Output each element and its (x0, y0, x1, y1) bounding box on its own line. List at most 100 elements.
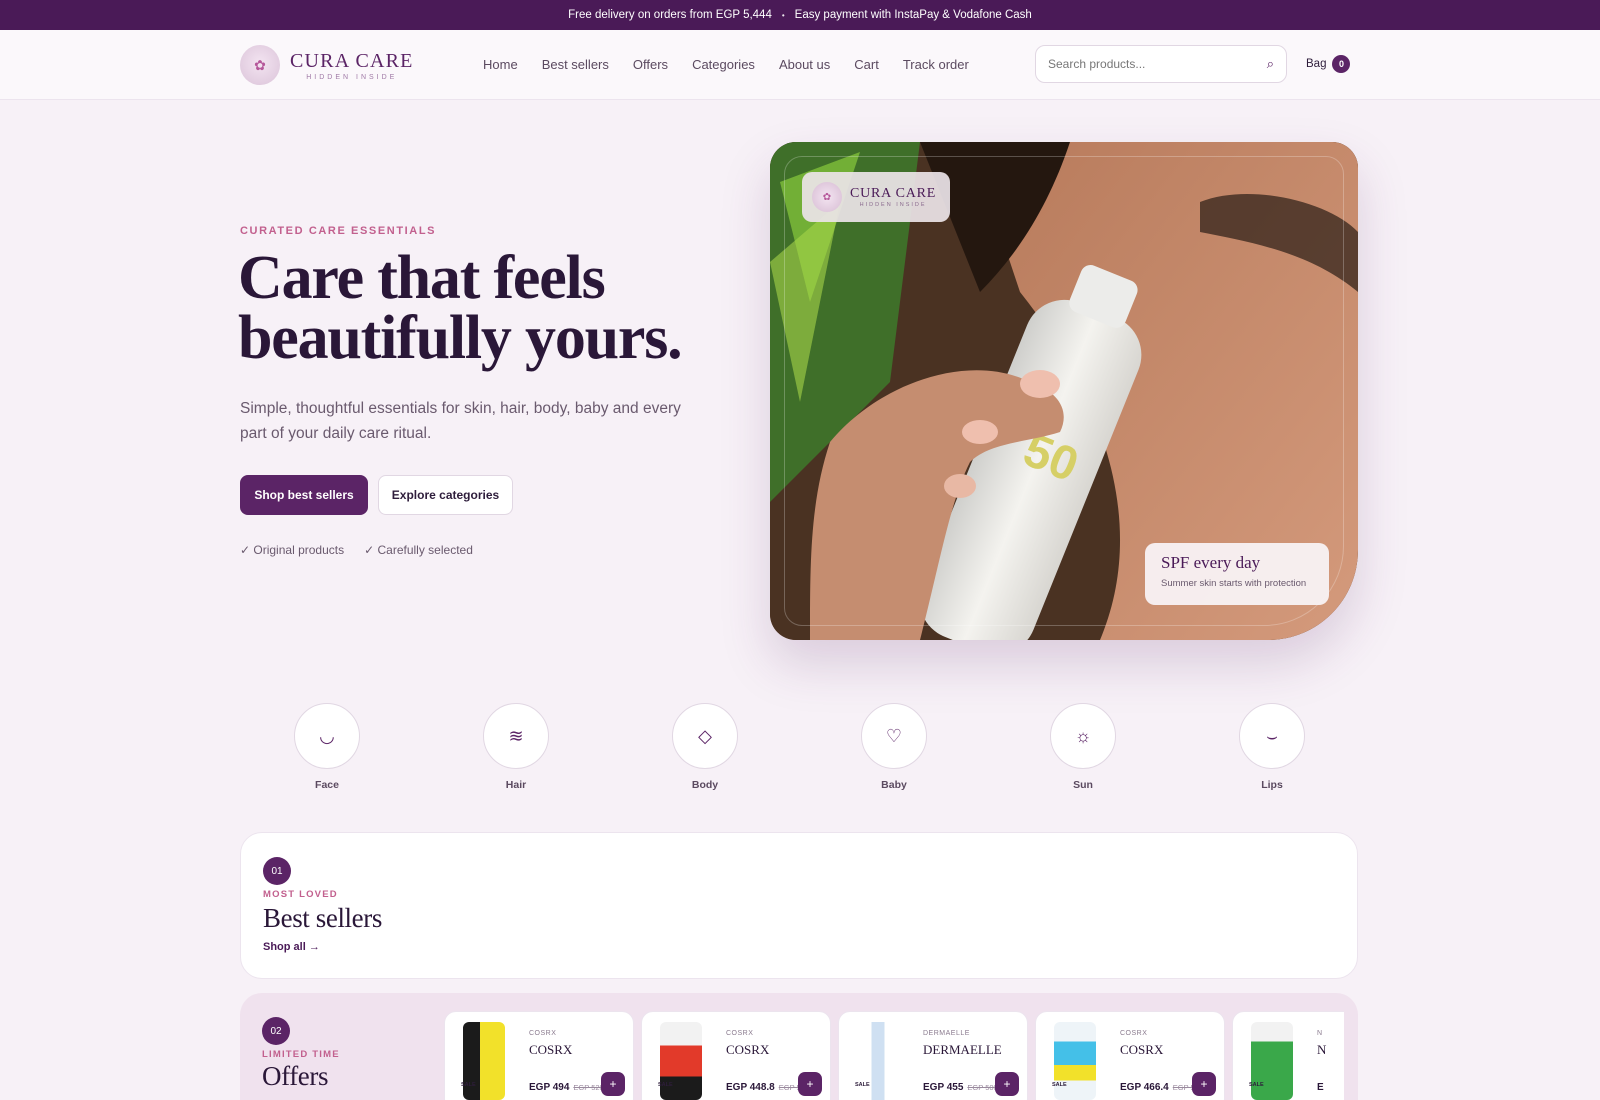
search-input[interactable] (1048, 57, 1267, 71)
product-image (660, 1022, 702, 1100)
section-eyebrow: MOST LOVED (263, 889, 338, 900)
lips-icon: ⌣ (1239, 703, 1305, 769)
product-price: EGP 455 (923, 1082, 964, 1093)
category-baby[interactable]: ♡ Baby (861, 703, 927, 791)
category-lips[interactable]: ⌣ Lips (1239, 703, 1305, 791)
product-brand: N (1317, 1042, 1327, 1057)
separator-dot: • (781, 10, 785, 20)
product-price-row: EGP 466.4 EGP 530 (1120, 1082, 1203, 1093)
product-brand: COSRX (726, 1042, 770, 1057)
product-brand: DERMAELLE (923, 1042, 1002, 1057)
heart-icon: ♡ (861, 703, 927, 769)
product-image (1054, 1022, 1096, 1100)
smile-curve-icon: ◡ (294, 703, 360, 769)
site-header: ✿ CURA CARE HIDDEN INSIDE Home Best sell… (0, 30, 1600, 100)
section-title: Best sellers (263, 903, 382, 933)
hero-eyebrow: CURATED CARE ESSENTIALS (240, 225, 437, 237)
product-card[interactable]: SALE DERMAELLE DERMAELLE EGP 455 EGP 500 … (838, 1011, 1028, 1100)
sale-tag: SALE (658, 1082, 673, 1088)
best-sellers-section: 01 MOST LOVED Best sellers Shop all → (240, 832, 1358, 979)
category-label: Lips (1261, 779, 1283, 791)
nav-categories[interactable]: Categories (692, 57, 755, 72)
bag-label: Bag (1306, 58, 1327, 70)
bag-button[interactable]: Bag 0 (1306, 55, 1351, 73)
product-card[interactable]: SALE COSRX COSRX EGP 448.8 EGP 510 + (641, 1011, 831, 1100)
product-brand-small: DERMAELLE (923, 1030, 970, 1037)
payment-notice: Easy payment with InstaPay & Vodafone Ca… (794, 9, 1032, 21)
add-to-bag-button[interactable]: + (995, 1072, 1019, 1096)
explore-categories-button[interactable]: Explore categories (378, 475, 513, 515)
category-face[interactable]: ◡ Face (294, 703, 360, 791)
spf-title: SPF every day (1161, 553, 1261, 572)
offers-carousel[interactable]: SALE COSRX COSRX EGP 494 EGP 520 + SALE C… (444, 1011, 1344, 1100)
category-label: Face (315, 779, 339, 791)
badge-brand-name: CURA CARE (850, 186, 937, 201)
product-brand-small: COSRX (529, 1030, 557, 1037)
product-brand: COSRX (1120, 1042, 1164, 1057)
category-label: Sun (1073, 779, 1093, 791)
product-card[interactable]: SALE COSRX COSRX EGP 466.4 EGP 530 + (1035, 1011, 1225, 1100)
shop-best-sellers-button[interactable]: Shop best sellers (240, 475, 368, 515)
search-icon[interactable]: ⌕ (1267, 56, 1274, 72)
diamond-icon: ◇ (672, 703, 738, 769)
product-image (1251, 1022, 1293, 1100)
section-number: 02 (262, 1017, 290, 1045)
product-image (857, 1022, 899, 1100)
product-brand-small: N (1317, 1030, 1323, 1037)
product-price: E (1317, 1082, 1324, 1093)
product-price-row: EGP 455 EGP 500 (923, 1082, 998, 1093)
product-brand: COSRX (529, 1042, 573, 1057)
product-price: EGP 466.4 (1120, 1082, 1169, 1093)
waves-icon: ≋ (483, 703, 549, 769)
hero-brand-badge: ✿ CURA CARE HIDDEN INSIDE (802, 172, 950, 222)
product-card[interactable]: SALE COSRX COSRX EGP 494 EGP 520 + (444, 1011, 634, 1100)
nav-track-order[interactable]: Track order (903, 57, 969, 72)
sale-tag: SALE (461, 1082, 476, 1088)
add-to-bag-button[interactable]: + (798, 1072, 822, 1096)
sun-icon: ☼ (1050, 703, 1116, 769)
category-hair[interactable]: ≋ Hair (483, 703, 549, 791)
announcement-bar: Free delivery on orders from EGP 5,444 •… (0, 0, 1600, 30)
trust-original: ✓ Original products (240, 543, 345, 557)
nav-cart[interactable]: Cart (854, 57, 879, 72)
sale-tag: SALE (1052, 1082, 1067, 1088)
offers-section: 02 LIMITED TIME Offers SALE COSRX COSRX … (240, 993, 1358, 1100)
nav-about-us[interactable]: About us (779, 57, 830, 72)
badge-brand-tagline: HIDDEN INSIDE (859, 202, 927, 208)
logo[interactable]: ✿ CURA CARE HIDDEN INSIDE (240, 45, 414, 85)
lotus-icon: ✿ (812, 182, 842, 212)
nav-offers[interactable]: Offers (633, 57, 668, 72)
brand-name: CURA CARE (290, 49, 414, 72)
trust-selected: ✓ Carefully selected (364, 543, 473, 557)
shop-all-link[interactable]: Shop all → (263, 941, 320, 953)
add-to-bag-button[interactable]: + (1192, 1072, 1216, 1096)
brand-tagline: HIDDEN INSIDE (306, 73, 398, 81)
spf-promo-card: SPF every day Summer skin starts with pr… (1145, 543, 1329, 605)
search-box: ⌕ (1035, 45, 1287, 83)
product-price: EGP 448.8 (726, 1082, 775, 1093)
product-price-row: EGP 448.8 EGP 510 (726, 1082, 809, 1093)
product-price-row: EGP 494 EGP 520 (529, 1082, 604, 1093)
sale-tag: SALE (855, 1082, 870, 1088)
hero-headline: Care that feels beautifully yours. (238, 244, 683, 372)
section-eyebrow: LIMITED TIME (262, 1049, 340, 1060)
product-brand-small: COSRX (726, 1030, 754, 1037)
hero-subcopy: Simple, thoughtful essentials for skin, … (240, 400, 681, 442)
category-label: Body (691, 779, 719, 791)
main-nav: Home Best sellers Offers Categories Abou… (483, 57, 969, 72)
product-image (463, 1022, 505, 1100)
nav-home[interactable]: Home (483, 57, 518, 72)
lotus-icon: ✿ (240, 45, 280, 85)
add-to-bag-button[interactable]: + (601, 1072, 625, 1096)
product-price-row: E (1317, 1082, 1328, 1093)
delivery-notice: Free delivery on orders from EGP 5,444 (568, 9, 772, 21)
category-body[interactable]: ◇ Body (672, 703, 738, 791)
product-card[interactable]: SALE N N E + (1232, 1011, 1344, 1100)
product-brand-small: COSRX (1120, 1030, 1148, 1037)
sale-tag: SALE (1249, 1082, 1264, 1088)
product-price: EGP 494 (529, 1082, 570, 1093)
nav-best-sellers[interactable]: Best sellers (542, 57, 609, 72)
trust-badges: ✓ Original products ✓ Carefully selected (240, 543, 473, 557)
category-sun[interactable]: ☼ Sun (1050, 703, 1116, 791)
bag-count-badge: 0 (1332, 55, 1351, 73)
